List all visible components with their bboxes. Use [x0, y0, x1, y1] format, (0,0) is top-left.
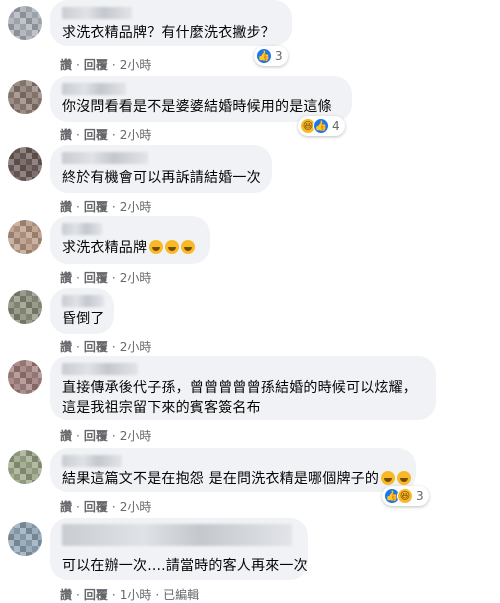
like-action[interactable]: 讚	[60, 500, 72, 514]
author-name-blurred[interactable]	[62, 152, 148, 164]
reaction-summary[interactable]: 😆 👍 4	[298, 116, 345, 136]
avatar[interactable]	[8, 80, 42, 114]
rofl-emoji	[381, 471, 396, 485]
comment-actions: 讚 · 回覆 · 2小時	[60, 271, 152, 285]
author-name-blurred[interactable]	[62, 455, 122, 467]
avatar[interactable]	[8, 522, 42, 556]
comment-text: 終於有機會可以再訴請結婚一次	[62, 170, 261, 186]
author-name-blurred[interactable]	[62, 7, 132, 19]
timestamp[interactable]: 2小時	[120, 500, 152, 514]
author-name-blurred[interactable]	[62, 524, 292, 546]
reaction-count: 3	[416, 489, 424, 503]
comment-text: 可以在辦一次....請當時的客人再來一次	[62, 558, 308, 574]
like-icon: 👍	[313, 118, 329, 134]
reply-action[interactable]: 回覆	[84, 340, 108, 354]
reply-action[interactable]: 回覆	[84, 58, 108, 72]
timestamp[interactable]: 2小時	[120, 58, 152, 72]
avatar[interactable]	[8, 147, 42, 181]
comment-feed: 求洗衣精品牌？有什麼洗衣撇步？ 👍 3 讚 · 回覆 · 2小時 你沒問看看是不是婆婆結…	[0, 0, 500, 602]
reaction-summary[interactable]: 👍 3	[254, 46, 288, 66]
comment-text: 求洗衣精品牌？有什麼洗衣撇步？	[62, 25, 275, 41]
haha-icon: 😆	[397, 488, 413, 504]
like-action[interactable]: 讚	[60, 58, 72, 72]
timestamp[interactable]: 2小時	[120, 271, 152, 285]
like-action[interactable]: 讚	[60, 200, 72, 214]
timestamp[interactable]: 2小時	[120, 340, 152, 354]
reaction-count: 3	[275, 49, 283, 63]
comment-actions: 讚 · 回覆 · 2小時	[60, 58, 152, 72]
reaction-summary[interactable]: 👍 😆 3	[382, 486, 429, 506]
like-action[interactable]: 讚	[60, 340, 72, 354]
comment-text: 昏倒了	[62, 311, 105, 327]
like-action[interactable]: 讚	[60, 128, 72, 142]
reply-action[interactable]: 回覆	[84, 128, 108, 142]
rofl-emoji	[165, 240, 180, 254]
like-action[interactable]: 讚	[60, 429, 72, 443]
like-icon: 👍	[256, 48, 272, 64]
reaction-count: 4	[332, 119, 340, 133]
comment-bubble: 結果這篇文不是在抱怨 是在問洗衣精是哪個牌子的	[50, 448, 416, 492]
avatar[interactable]	[8, 220, 42, 254]
reply-action[interactable]: 回覆	[84, 271, 108, 285]
comment-bubble: 求洗衣精品牌？有什麼洗衣撇步？	[50, 0, 292, 46]
comment-actions: 讚 · 回覆 · 2小時	[60, 429, 152, 443]
comment-actions: 讚 · 回覆 · 1小時 · 已編輯	[60, 588, 200, 602]
comment-text: 你沒問看看是不是婆婆結婚時候用的是這條	[62, 99, 332, 115]
rofl-emoji	[149, 240, 164, 254]
comment-bubble: 直接傳承後代子孫，曾曾曾曾曾孫結婚的時候可以炫耀， 這是我祖宗留下來的賓客簽名布	[50, 356, 436, 420]
comment-bubble: 終於有機會可以再訴請結婚一次	[50, 145, 272, 193]
comment-text: 求洗衣精品牌	[62, 238, 196, 258]
reply-action[interactable]: 回覆	[84, 500, 108, 514]
author-name-blurred[interactable]	[62, 363, 138, 375]
comment-text-line-1: 直接傳承後代子孫，曾曾曾曾曾孫結婚的時候可以炫耀，	[62, 380, 417, 396]
timestamp[interactable]: 2小時	[120, 128, 152, 142]
comment-actions: 讚 · 回覆 · 2小時	[60, 200, 152, 214]
avatar[interactable]	[8, 450, 42, 484]
avatar[interactable]	[8, 290, 42, 324]
author-name-blurred[interactable]	[62, 223, 102, 235]
comment-bubble: 可以在辦一次....請當時的客人再來一次	[50, 518, 308, 580]
timestamp[interactable]: 2小時	[120, 200, 152, 214]
comment-actions: 讚 · 回覆 · 2小時	[60, 128, 152, 142]
avatar[interactable]	[8, 6, 42, 40]
rofl-emoji	[397, 471, 412, 485]
avatar[interactable]	[8, 360, 42, 394]
comment-text: 結果這篇文不是在抱怨 是在問洗衣精是哪個牌子的	[62, 469, 412, 489]
reply-action[interactable]: 回覆	[84, 200, 108, 214]
comment-bubble: 昏倒了	[50, 288, 114, 334]
comment-actions: 讚 · 回覆 · 2小時	[60, 500, 152, 514]
reply-action[interactable]: 回覆	[84, 429, 108, 443]
comment-bubble: 求洗衣精品牌	[50, 216, 210, 264]
like-action[interactable]: 讚	[60, 271, 72, 285]
author-name-blurred[interactable]	[62, 83, 126, 95]
rofl-emoji	[181, 240, 196, 254]
comment-text-line-2: 這是我祖宗留下來的賓客簽名布	[62, 400, 261, 416]
comment-actions: 讚 · 回覆 · 2小時	[60, 340, 152, 354]
timestamp[interactable]: 2小時	[120, 429, 152, 443]
author-name-blurred[interactable]	[62, 295, 104, 307]
